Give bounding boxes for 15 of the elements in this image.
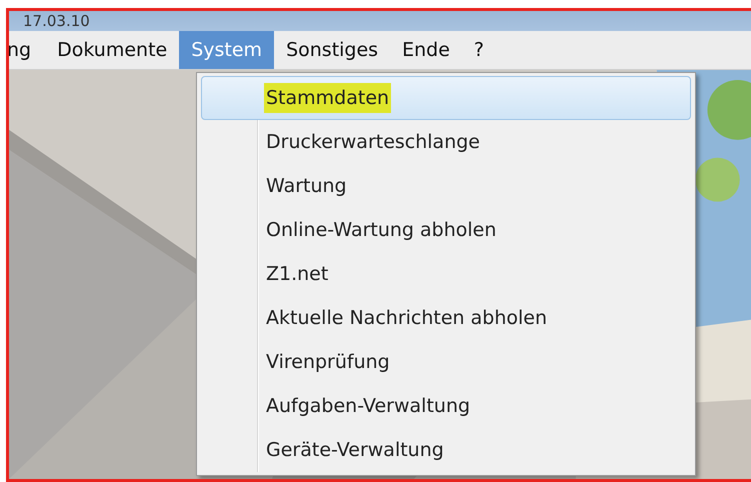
menu-entry[interactable]: Druckerwarteschlange bbox=[201, 120, 691, 164]
menu-item[interactable]: ng bbox=[9, 31, 46, 69]
menu-entry[interactable]: Geräte-Verwaltung bbox=[201, 428, 691, 472]
menu-item[interactable]: ? bbox=[462, 31, 496, 69]
window-title: 17.03.10 bbox=[23, 11, 90, 31]
menu-entry[interactable]: Aktuelle Nachrichten abholen bbox=[201, 296, 691, 340]
menu-entry[interactable]: Z1.net bbox=[201, 252, 691, 296]
menu-item[interactable]: Dokumente bbox=[45, 31, 180, 69]
menu-entry[interactable]: Aufgaben-Verwaltung bbox=[201, 384, 691, 428]
menu-item[interactable]: Ende bbox=[390, 31, 462, 69]
menu-entry[interactable]: Virenprüfung bbox=[201, 340, 691, 384]
menu-entry[interactable]: Stammdaten bbox=[201, 76, 691, 120]
menu-entry[interactable]: Online-Wartung abholen bbox=[201, 208, 691, 252]
menu-entry[interactable]: Wartung bbox=[201, 164, 691, 208]
menu-item[interactable]: Sonstiges bbox=[274, 31, 390, 69]
